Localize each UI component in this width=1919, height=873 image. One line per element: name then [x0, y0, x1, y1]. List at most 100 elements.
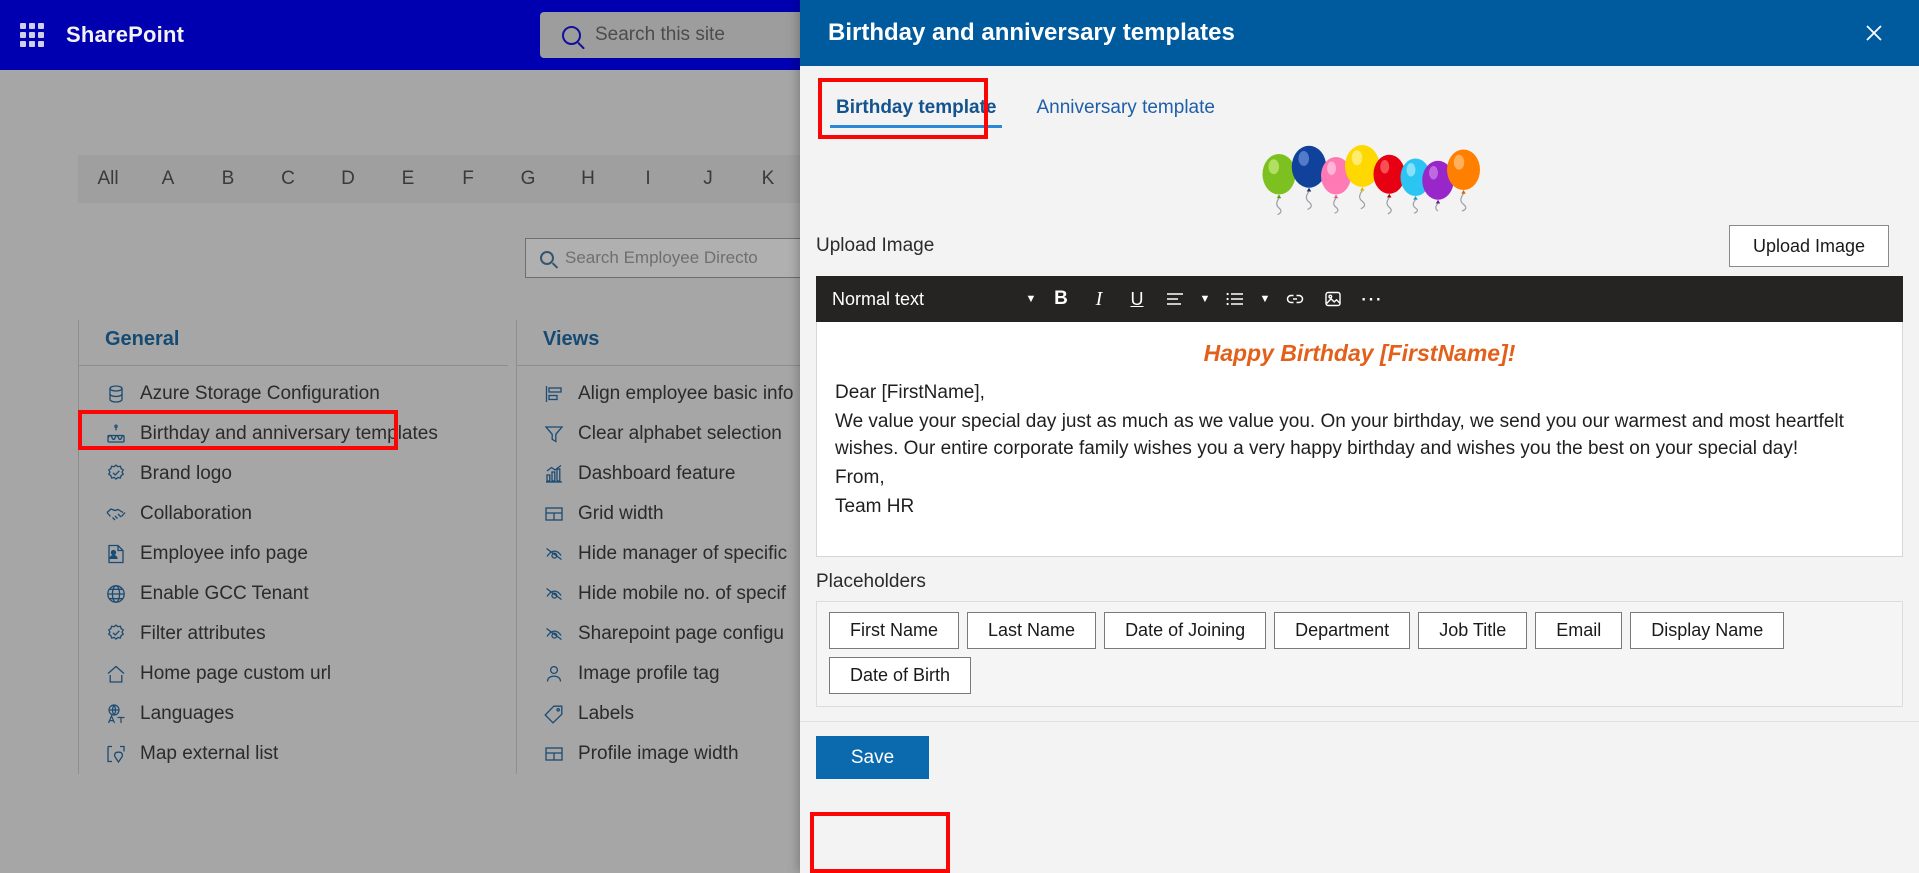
column-heading: Views [517, 320, 846, 366]
sidebar-item-filter-attributes[interactable]: Filter attributes [79, 614, 508, 654]
sidebar-item-profile-image-width[interactable]: Profile image width [517, 734, 846, 774]
more-options-icon[interactable]: ⋯ [1354, 282, 1388, 316]
sidebar-item-home-page-custom-url[interactable]: Home page custom url [79, 654, 508, 694]
sidebar-item-label: Image profile tag [578, 663, 720, 684]
page-title: Birthday and anniversary templates [828, 19, 1235, 46]
sidebar-item-languages[interactable]: Languages [79, 694, 508, 734]
sidebar-item-image-profile-tag[interactable]: Image profile tag [517, 654, 846, 694]
alpha-item[interactable]: K [738, 168, 798, 190]
sidebar-item-collaboration[interactable]: Collaboration [79, 494, 508, 534]
sidebar-item-hide-manager-of-specific[interactable]: Hide manager of specific [517, 534, 846, 574]
alpha-item[interactable]: F [438, 168, 498, 190]
sidebar-item-dashboard-feature[interactable]: Dashboard feature [517, 454, 846, 494]
placeholders-container: First Name Last Name Date of Joining Dep… [816, 601, 1903, 707]
align-dropdown-caret-icon[interactable]: ▼ [1196, 282, 1214, 316]
placeholder-button-department[interactable]: Department [1274, 612, 1411, 649]
align-left-icon[interactable] [1158, 282, 1192, 316]
underline-icon[interactable]: U [1120, 282, 1154, 316]
placeholder-button-display-name[interactable]: Display Name [1630, 612, 1785, 649]
editor-content[interactable]: Happy Birthday [FirstName]! Dear [FirstN… [816, 322, 1903, 557]
alpha-item[interactable]: I [618, 168, 678, 190]
search-icon [540, 251, 554, 265]
template-line: From, [835, 467, 885, 488]
alpha-item[interactable]: H [558, 168, 618, 190]
grid-icon [543, 503, 565, 525]
alpha-item[interactable]: J [678, 168, 738, 190]
placeholder-button-first-name[interactable]: First Name [829, 612, 960, 649]
alpha-item[interactable]: D [318, 168, 378, 190]
sidebar-item-labels[interactable]: Labels [517, 694, 846, 734]
placeholder-button-email[interactable]: Email [1535, 612, 1623, 649]
sidebar-item-label: Languages [140, 703, 235, 724]
sidebar-item-enable-gcc-tenant[interactable]: Enable GCC Tenant [79, 574, 508, 614]
search-icon [562, 25, 581, 45]
text-style-select[interactable]: Normal text [832, 289, 1018, 310]
sidebar-item-align-employee-basic-info[interactable]: Align employee basic info [517, 374, 846, 414]
sidebar-item-grid-width[interactable]: Grid width [517, 494, 846, 534]
sidebar-item-hide-mobile-no-of-specific[interactable]: Hide mobile no. of specif [517, 574, 846, 614]
placeholder-button-date-of-birth[interactable]: Date of Birth [829, 657, 972, 694]
alpha-item[interactable]: B [198, 168, 258, 190]
bold-icon[interactable]: B [1044, 282, 1078, 316]
settings-list: Azure Storage Configuration Birthday and… [79, 366, 508, 774]
list-dropdown-caret-icon[interactable]: ▼ [1256, 282, 1274, 316]
sidebar-item-label: Dashboard feature [578, 463, 736, 484]
alpha-item[interactable]: A [138, 168, 198, 190]
sidebar-item-label: Hide manager of specific [578, 543, 788, 564]
placeholder-button-last-name[interactable]: Last Name [967, 612, 1097, 649]
template-line: Team HR [835, 496, 915, 517]
settings-column-views: Views Align employee basic info Clear al… [516, 320, 846, 774]
placeholders-label: Placeholders [816, 571, 926, 592]
sidebar-item-birthday-and-anniversary-templates[interactable]: Birthday and anniversary templates [79, 414, 508, 454]
tab-anniversary-template[interactable]: Anniversary template [1030, 97, 1220, 128]
placeholder-button-job-title[interactable]: Job Title [1418, 612, 1528, 649]
person-icon [543, 663, 565, 685]
alpha-item[interactable]: E [378, 168, 438, 190]
sidebar-item-label: Birthday and anniversary templates [140, 423, 438, 444]
employee-directory-search-input[interactable]: Search Employee Directo [525, 238, 825, 278]
sidebar-item-label: Filter attributes [140, 623, 266, 644]
hide-eye-icon [543, 543, 565, 565]
app-launcher-icon[interactable] [20, 23, 44, 47]
sidebar-item-map-external-list[interactable]: Map external list [79, 734, 508, 774]
alpha-item[interactable]: G [498, 168, 558, 190]
home-icon [105, 663, 127, 685]
sidebar-item-label: Employee info page [140, 543, 308, 564]
style-dropdown-caret-icon[interactable]: ▼ [1022, 282, 1040, 316]
sharepoint-brand[interactable]: SharePoint [66, 22, 184, 48]
sidebar-item-label: Hide mobile no. of specif [578, 583, 787, 604]
link-icon[interactable] [1278, 282, 1312, 316]
settings-list: Align employee basic info Clear alphabet… [517, 366, 846, 774]
employee-search-placeholder: Search Employee Directo [565, 248, 758, 267]
editor-toolbar: Normal text ▼ B I U ▼ ▼ ⋯ [816, 276, 1903, 322]
upload-image-button[interactable]: Upload Image [1729, 225, 1889, 267]
template-line: We value your special day just as much a… [835, 411, 1844, 459]
alpha-item[interactable]: All [78, 168, 138, 190]
bullet-list-icon[interactable] [1218, 282, 1252, 316]
alpha-item[interactable]: C [258, 168, 318, 190]
column-heading: General [79, 320, 508, 366]
sidebar-item-label: Home page custom url [140, 663, 332, 684]
sidebar-item-brand-logo[interactable]: Brand logo [79, 454, 508, 494]
sidebar-item-clear-alphabet-selection[interactable]: Clear alphabet selection [517, 414, 846, 454]
sidebar-item-label: Clear alphabet selection [578, 423, 782, 444]
insert-image-icon[interactable] [1316, 282, 1350, 316]
sidebar-item-employee-info-page[interactable]: Employee info page [79, 534, 508, 574]
template-tabs: Birthday template Anniversary template [800, 66, 1919, 128]
sidebar-item-label: Map external list [140, 743, 279, 764]
database-icon [105, 383, 127, 405]
italic-icon[interactable]: I [1082, 282, 1116, 316]
sidebar-item-sharepoint-page-configuration[interactable]: Sharepoint page configu [517, 614, 846, 654]
globe-icon [105, 583, 127, 605]
sidebar-item-azure-storage-configuration[interactable]: Azure Storage Configuration [79, 374, 508, 414]
placeholder-button-date-of-joining[interactable]: Date of Joining [1104, 612, 1267, 649]
map-list-icon [105, 743, 127, 765]
panel-footer: Save [800, 721, 1919, 779]
badge-check-icon [105, 463, 127, 485]
save-button[interactable]: Save [816, 736, 929, 779]
tag-icon [543, 703, 565, 725]
template-line: Dear [FirstName], [835, 382, 985, 403]
tab-birthday-template[interactable]: Birthday template [830, 97, 1003, 128]
person-card-icon [105, 543, 127, 565]
close-icon[interactable] [1853, 12, 1895, 54]
